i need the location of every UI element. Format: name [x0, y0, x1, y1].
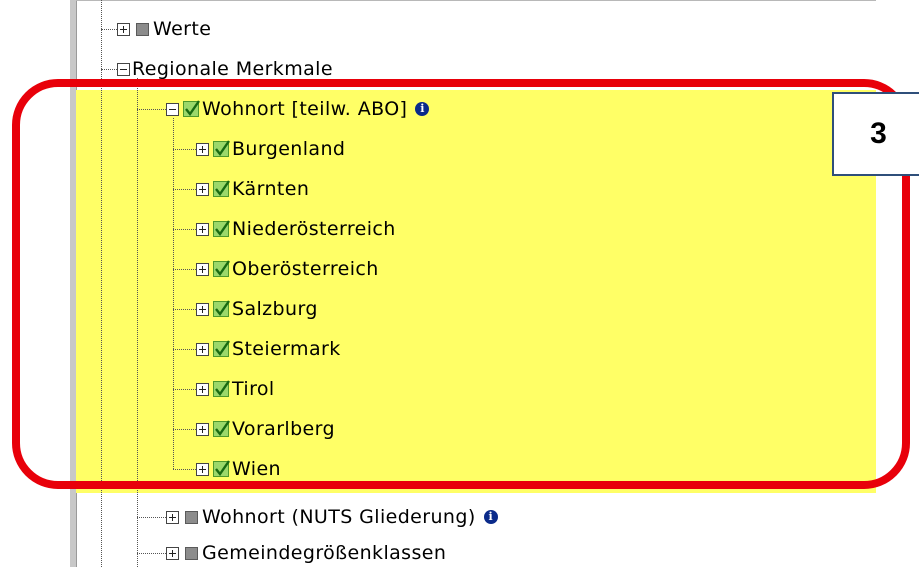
- tree-connector: [137, 553, 166, 554]
- tree-item-wohnort-nuts[interactable]: Wohnort (NUTS Gliederung) i: [166, 499, 498, 535]
- checkbox-unchecked[interactable]: [185, 546, 198, 560]
- callout-number-badge: 3: [832, 92, 919, 176]
- checkbox-unchecked[interactable]: [136, 22, 149, 36]
- tree-connector: [101, 29, 117, 30]
- panel-top-border: [76, 0, 876, 1]
- tree-connector: [101, 69, 117, 70]
- expand-plus-icon[interactable]: [117, 22, 130, 36]
- tree-item-label: Regionale Merkmale: [132, 58, 333, 80]
- expand-plus-icon[interactable]: [166, 546, 179, 560]
- collapse-minus-icon[interactable]: [117, 62, 130, 76]
- checkbox-unchecked[interactable]: [185, 510, 198, 524]
- tree-item-label: Werte: [153, 18, 212, 40]
- expand-plus-icon[interactable]: [166, 510, 179, 524]
- info-icon[interactable]: i: [483, 510, 498, 524]
- tree-item-label: Gemeindegrößenklassen: [202, 542, 447, 564]
- callout-highlight-frame: [12, 79, 910, 489]
- tree-item-gemeindegroessenklassen[interactable]: Gemeindegrößenklassen: [166, 535, 446, 571]
- tree-item-label: Wohnort (NUTS Gliederung): [202, 506, 476, 528]
- tree-item-werte[interactable]: Werte: [117, 11, 211, 47]
- tree-connector: [137, 517, 166, 518]
